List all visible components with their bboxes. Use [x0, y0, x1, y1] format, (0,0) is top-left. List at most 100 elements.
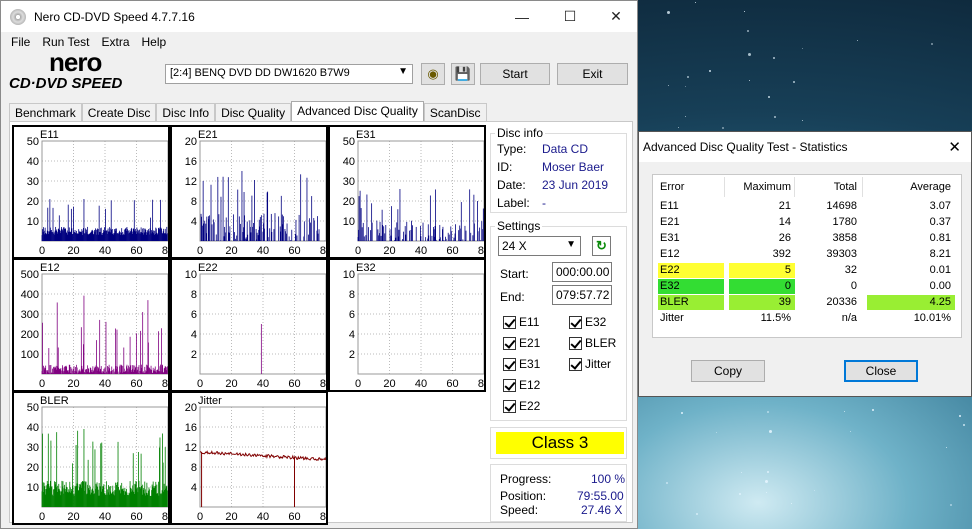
- star: [791, 502, 793, 504]
- checkbox-jitter[interactable]: Jitter: [569, 357, 611, 371]
- close-icon[interactable]: ✕: [593, 1, 639, 32]
- settings-label: Settings: [495, 219, 543, 233]
- drive-info-button[interactable]: ◉: [421, 63, 445, 85]
- y-tick-label: 300: [21, 309, 39, 321]
- star: [768, 95, 771, 98]
- header-divider: [862, 177, 863, 197]
- star: [962, 423, 965, 426]
- minimize-icon[interactable]: —: [499, 1, 545, 32]
- star: [721, 126, 724, 129]
- table-cell: 21: [778, 200, 791, 212]
- star: [766, 491, 768, 493]
- chart-svg: 0 20 40 60 80 10 20 30 40 50: [27, 136, 168, 257]
- chart-e12: 0 20 40 60 80 100 200 300 400 500E12: [12, 258, 170, 392]
- x-tick-label: 20: [225, 378, 237, 390]
- chart-e31: 0 20 40 60 80 10 20 30 40 50E31: [328, 125, 486, 259]
- table-cell: 1780: [832, 216, 857, 228]
- y-tick-label: 2: [349, 349, 355, 361]
- star: [685, 85, 687, 87]
- tab-bar: Benchmark Create Disc Disc Info Disc Qua…: [9, 101, 487, 122]
- y-tick-label: 8: [191, 462, 197, 474]
- star: [849, 431, 851, 433]
- progress-label: Progress:: [500, 472, 552, 486]
- table-cell: 0: [729, 279, 795, 294]
- chart-title: E11: [40, 129, 59, 141]
- table-cell: 39303: [826, 248, 857, 260]
- x-tick-label: 60: [446, 245, 458, 257]
- statistics-title-bar[interactable]: Advanced Disc Quality Test - Statistics …: [639, 132, 971, 162]
- star: [814, 490, 816, 492]
- disc-type-value: Data CD: [542, 142, 589, 156]
- title-bar[interactable]: Nero CD-DVD Speed 4.7.7.16 — ☐ ✕: [1, 1, 637, 32]
- y-tick-label: 30: [343, 176, 355, 188]
- y-tick-label: 12: [185, 442, 197, 454]
- checkbox-e21[interactable]: E21: [503, 336, 540, 350]
- disc-label-value: -: [542, 196, 546, 210]
- table-cell: 39: [729, 295, 795, 310]
- disc-class-badge: Class 3: [496, 432, 624, 454]
- drive-select[interactable]: [2:4] BENQ DVD DD DW1620 B7W9 ▼: [165, 64, 413, 84]
- refresh-speed-button[interactable]: ↻: [592, 236, 611, 256]
- y-tick-label: 20: [185, 402, 197, 414]
- copy-button[interactable]: Copy: [691, 360, 765, 382]
- table-cell: E22: [658, 263, 724, 278]
- x-tick-label: 0: [197, 378, 203, 390]
- save-button[interactable]: 💾: [451, 63, 475, 85]
- checkbox-e32[interactable]: E32: [569, 315, 606, 329]
- star: [748, 53, 752, 56]
- table-cell: E21: [660, 216, 680, 228]
- x-tick-label: 80: [162, 245, 168, 257]
- star: [749, 79, 751, 81]
- disc-label-label: Label:: [497, 196, 530, 210]
- close-button[interactable]: Close: [844, 360, 918, 382]
- menu-help[interactable]: Help: [136, 35, 173, 49]
- table-cell: 14698: [826, 200, 857, 212]
- start-button[interactable]: Start: [480, 63, 550, 85]
- exit-button[interactable]: Exit: [557, 63, 628, 85]
- table-cell: n/a: [841, 312, 857, 324]
- table-cell: 0.81: [929, 232, 951, 244]
- main-window: Nero CD-DVD Speed 4.7.7.16 — ☐ ✕ File Ru…: [0, 0, 638, 529]
- checkbox-e22[interactable]: E22: [503, 399, 540, 413]
- star: [678, 126, 680, 128]
- tab-create-disc[interactable]: Create Disc: [81, 103, 157, 122]
- y-tick-label: 8: [349, 289, 355, 301]
- menu-extra[interactable]: Extra: [95, 35, 135, 49]
- checkbox-e12[interactable]: E12: [503, 378, 540, 392]
- tab-disc-info[interactable]: Disc Info: [156, 103, 216, 122]
- y-tick-label: 40: [27, 422, 39, 434]
- tab-scandisc[interactable]: ScanDisc: [423, 103, 487, 122]
- x-tick-label: 0: [39, 378, 45, 390]
- start-time-input[interactable]: 000:00.00: [552, 262, 612, 282]
- menu-file[interactable]: File: [5, 35, 36, 49]
- star: [768, 429, 772, 433]
- table-cell: 3.07: [929, 200, 951, 212]
- table-cell: 26: [778, 232, 791, 244]
- drive-select-value: [2:4] BENQ DVD DD DW1620 B7W9: [170, 67, 350, 79]
- star: [767, 471, 770, 474]
- x-tick-label: 20: [225, 511, 237, 523]
- speed-select[interactable]: 24 X ▼: [498, 236, 581, 256]
- checkbox-e21-label: E21: [519, 336, 541, 350]
- chart-e11: 0 20 40 60 80 10 20 30 40 50E11: [12, 125, 170, 259]
- x-tick-label: 40: [99, 378, 111, 390]
- checkbox-bler[interactable]: BLER: [569, 336, 616, 350]
- end-time-input[interactable]: 079:57.72: [552, 285, 612, 305]
- table-cell: E11: [660, 200, 679, 212]
- tab-advanced-disc-quality[interactable]: Advanced Disc Quality: [291, 101, 424, 122]
- checkbox-e11[interactable]: E11: [503, 315, 539, 329]
- maximize-icon[interactable]: ☐: [547, 1, 593, 32]
- checkbox-e31[interactable]: E31: [503, 357, 540, 371]
- tab-benchmark[interactable]: Benchmark: [9, 103, 82, 122]
- checkbox-check-icon: [503, 315, 516, 329]
- disc-id-label: ID:: [497, 160, 513, 174]
- table-header-cell: Average: [910, 181, 951, 193]
- tab-disc-quality[interactable]: Disc Quality: [215, 103, 292, 122]
- chart-svg: 0 20 40 60 80 10 20 30 40 50: [27, 402, 168, 523]
- close-icon[interactable]: ✕: [948, 138, 961, 156]
- x-tick-label: 60: [130, 511, 142, 523]
- star: [958, 415, 961, 418]
- progress-value: 100 %: [591, 472, 626, 486]
- disc-id-value: Moser Baer: [542, 160, 605, 174]
- table-cell: 20336: [826, 296, 857, 308]
